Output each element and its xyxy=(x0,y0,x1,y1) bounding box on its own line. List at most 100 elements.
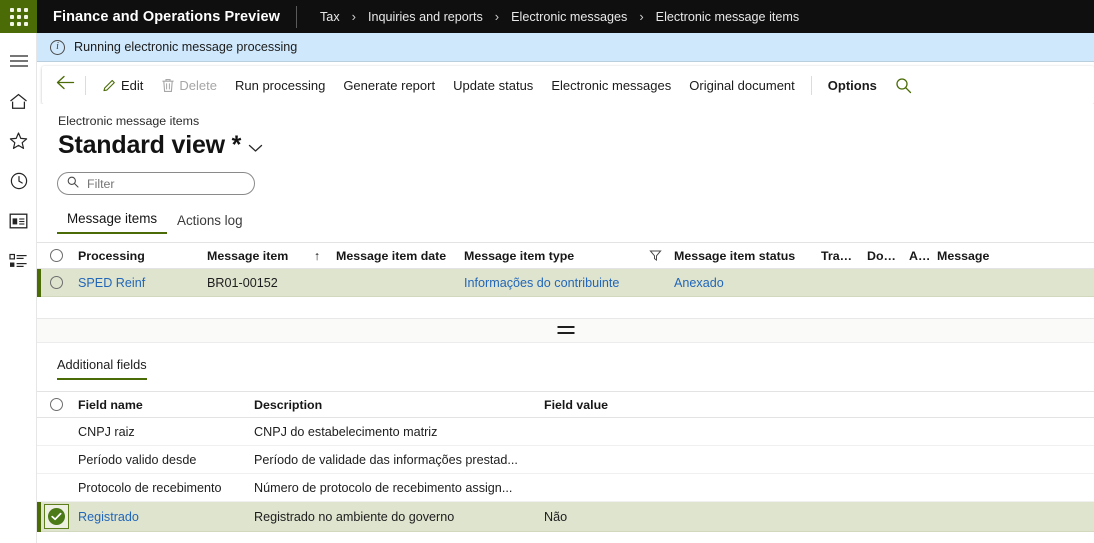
menu-icon xyxy=(9,54,29,68)
generate-report-button[interactable]: Generate report xyxy=(334,70,444,100)
arrow-left-icon xyxy=(56,75,75,95)
table-row[interactable]: CNPJ raiz CNPJ do estabelecimento matriz xyxy=(37,418,1094,446)
back-button[interactable] xyxy=(52,72,78,98)
page-content: Electronic message items Standard view *… xyxy=(37,104,1094,543)
row-selection-marker xyxy=(37,474,41,502)
cell-field-name: Protocolo de recebimento xyxy=(78,480,222,495)
search-icon xyxy=(67,175,79,193)
waffle-icon xyxy=(9,7,28,26)
info-icon: i xyxy=(50,39,65,55)
electronic-messages-button[interactable]: Electronic messages xyxy=(542,70,680,100)
cell-message-item: BR01-00152 xyxy=(207,275,278,290)
message-items-grid: Processing Message item ↑ Message item d… xyxy=(37,242,1094,319)
filter-box[interactable] xyxy=(57,172,255,195)
table-row[interactable]: Protocolo de recebimento Número de proto… xyxy=(37,474,1094,502)
cell-field-name[interactable]: Registrado xyxy=(72,510,248,524)
tab-strip: Message items Actions log xyxy=(57,211,1094,234)
favorites-button[interactable] xyxy=(0,121,37,161)
filter-icon[interactable] xyxy=(642,249,668,262)
column-header-description[interactable]: Description xyxy=(248,398,538,412)
column-header-a[interactable]: A... xyxy=(903,249,931,263)
column-header-field-value[interactable]: Field value xyxy=(538,398,738,412)
delete-button[interactable]: Delete xyxy=(152,70,226,100)
additional-fields-title[interactable]: Additional fields xyxy=(57,357,147,380)
electronic-messages-label: Electronic messages xyxy=(551,77,672,93)
column-header-message[interactable]: Message xyxy=(931,249,1051,263)
select-all-radio[interactable] xyxy=(50,249,63,262)
command-separator xyxy=(85,75,86,95)
breadcrumb-separator-icon: › xyxy=(639,9,644,24)
column-header-trans[interactable]: Trans... xyxy=(815,249,861,263)
view-selector[interactable]: Standard view * xyxy=(37,128,1094,160)
column-header-message-item[interactable]: Message item xyxy=(201,249,304,263)
cell-description: Número de protocolo de recebimento assig… xyxy=(254,480,513,495)
tab-actions-log[interactable]: Actions log xyxy=(167,213,253,234)
cell-description: Período de validade das informações pres… xyxy=(254,452,518,467)
cell-field-name: CNPJ raiz xyxy=(78,424,135,439)
command-bar: Edit Delete Run processing Generate repo… xyxy=(42,66,1094,104)
app-title: Finance and Operations Preview xyxy=(53,8,281,25)
modules-button[interactable] xyxy=(0,241,37,281)
run-processing-label: Run processing xyxy=(234,77,326,93)
clock-icon xyxy=(10,172,28,190)
workspaces-button[interactable] xyxy=(0,201,37,241)
row-selection-marker xyxy=(37,446,41,474)
star-icon xyxy=(9,132,28,150)
notification-text: Running electronic message processing xyxy=(74,40,298,54)
column-header-doc[interactable]: Doc... xyxy=(861,249,903,263)
column-header-message-item-status[interactable]: Message item status xyxy=(668,249,815,263)
select-all-cell[interactable] xyxy=(41,249,72,262)
additional-fields-section: Additional fields Field name Description… xyxy=(37,343,1094,532)
row-select-cell[interactable] xyxy=(41,504,72,529)
original-document-button[interactable]: Original document xyxy=(680,70,804,100)
row-select-radio[interactable] xyxy=(50,276,63,289)
select-all-radio[interactable] xyxy=(50,398,63,411)
chevron-down-icon[interactable] xyxy=(248,140,263,158)
generate-report-label: Generate report xyxy=(343,77,436,93)
check-circle-icon xyxy=(48,508,65,525)
cell-message-item-status[interactable]: Anexado xyxy=(668,276,815,290)
search-button[interactable] xyxy=(886,70,921,100)
recent-button[interactable] xyxy=(0,161,37,201)
top-bar: Finance and Operations Preview Tax › Inq… xyxy=(0,0,1094,33)
splitter-handle-icon[interactable] xyxy=(557,326,574,334)
edit-button[interactable]: Edit xyxy=(93,70,152,100)
column-header-message-item-type[interactable]: Message item type xyxy=(458,249,642,263)
tab-message-items[interactable]: Message items xyxy=(57,211,168,234)
options-button[interactable]: Options xyxy=(819,70,886,100)
edit-label: Edit xyxy=(121,77,144,93)
breadcrumb-item-inquiries-and-reports[interactable]: Inquiries and reports xyxy=(365,10,486,24)
breadcrumb-separator-icon: › xyxy=(351,9,356,24)
column-header-processing[interactable]: Processing xyxy=(72,249,201,263)
cell-message-item-type[interactable]: Informações do contribuinte xyxy=(458,276,642,290)
row-selected-frame[interactable] xyxy=(44,504,69,529)
breadcrumb-item-electronic-messages[interactable]: Electronic messages xyxy=(508,10,630,24)
table-row[interactable]: Registrado Registrado no ambiente do gov… xyxy=(37,501,1094,532)
breadcrumb-item-tax[interactable]: Tax xyxy=(317,10,343,24)
modules-icon xyxy=(9,253,28,269)
column-header-message-item-date[interactable]: Message item date xyxy=(330,249,458,263)
sort-ascending-icon: ↑ xyxy=(313,248,321,263)
delete-label: Delete xyxy=(179,77,217,93)
notification-bar: i Running electronic message processing xyxy=(37,33,1094,62)
breadcrumb-item-electronic-message-items[interactable]: Electronic message items xyxy=(653,10,802,24)
original-document-label: Original document xyxy=(689,77,795,93)
cell-field-value: Não xyxy=(544,509,568,524)
update-status-button[interactable]: Update status xyxy=(444,70,542,100)
run-processing-button[interactable]: Run processing xyxy=(226,70,334,100)
page-title[interactable]: Standard view * xyxy=(58,131,241,160)
row-select-cell[interactable] xyxy=(41,276,72,289)
row-selection-marker xyxy=(37,418,41,446)
filter-input[interactable] xyxy=(85,175,235,192)
cell-processing[interactable]: SPED Reinf xyxy=(72,276,201,290)
home-button[interactable] xyxy=(0,81,37,121)
column-header-field-name[interactable]: Field name xyxy=(72,398,248,412)
select-all-cell[interactable] xyxy=(41,398,72,411)
app-launcher-button[interactable] xyxy=(0,0,37,33)
pencil-icon xyxy=(102,78,117,93)
options-label: Options xyxy=(827,77,877,93)
table-row[interactable]: Período valido desde Período de validade… xyxy=(37,446,1094,474)
menu-button[interactable] xyxy=(0,41,37,81)
grid-splitter[interactable] xyxy=(37,319,1094,343)
table-row[interactable]: SPED Reinf BR01-00152 Informações do con… xyxy=(37,268,1094,297)
